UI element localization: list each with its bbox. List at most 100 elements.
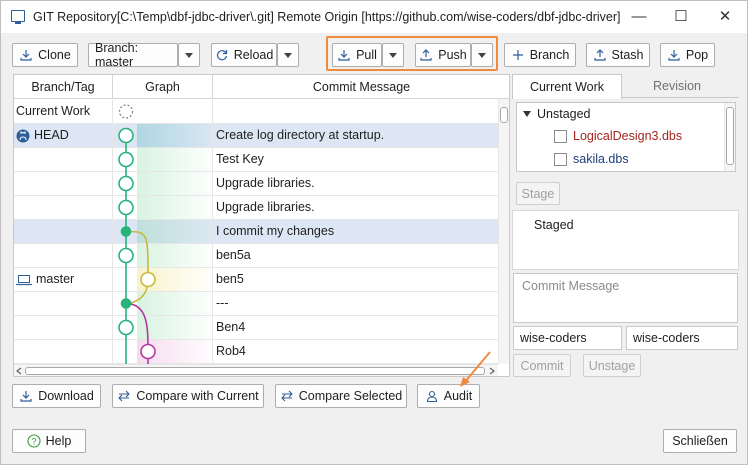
git-repository-window: GIT Repository[C:\Temp\dbf-jdbc-driver\.… bbox=[0, 0, 748, 465]
compare-current-label: Compare with Current bbox=[136, 389, 259, 403]
table-row[interactable]: Test Key bbox=[14, 148, 498, 172]
branch-dropdown-button[interactable] bbox=[178, 43, 200, 67]
help-button[interactable]: ? Help bbox=[12, 429, 86, 453]
unstaged-tree: Unstaged LogicalDesign3.dbs sakila.dbs bbox=[516, 102, 736, 172]
branch-select[interactable]: Branch: master bbox=[88, 41, 178, 69]
table-row[interactable]: ben5a bbox=[14, 244, 498, 268]
table-row[interactable]: Ben4 bbox=[14, 316, 498, 340]
tree-scrollbar[interactable] bbox=[724, 103, 735, 171]
window-title: GIT Repository[C:\Temp\dbf-jdbc-driver\.… bbox=[33, 10, 621, 24]
tree-scroll-thumb[interactable] bbox=[726, 107, 734, 165]
tab-current-work[interactable]: Current Work bbox=[512, 74, 622, 99]
table-row[interactable]: HEAD Create log directory at startup. bbox=[14, 124, 498, 148]
staged-label: Staged bbox=[534, 218, 574, 232]
reload-button[interactable]: Reload bbox=[211, 43, 277, 67]
file-checkbox[interactable] bbox=[554, 152, 567, 166]
reload-dropdown-button[interactable] bbox=[277, 43, 299, 67]
branch-label: Current Work bbox=[16, 104, 91, 118]
branch-cell bbox=[14, 244, 113, 267]
table-row[interactable]: --- bbox=[14, 292, 498, 316]
commit-message-cell: I commit my changes bbox=[216, 224, 335, 238]
table-row[interactable]: I commit my changes bbox=[14, 220, 498, 244]
unstage-label: Unstage bbox=[588, 358, 636, 373]
pull-button[interactable]: Pull bbox=[332, 43, 382, 67]
unstaged-file-name: sakila.dbs bbox=[573, 152, 629, 166]
chevron-down-icon bbox=[284, 52, 292, 58]
horizontal-scrollbar[interactable] bbox=[14, 364, 498, 376]
maximize-button[interactable]: ☐ bbox=[663, 5, 699, 29]
compare-selected-button[interactable]: Compare Selected bbox=[275, 384, 407, 408]
new-branch-label: Branch bbox=[529, 48, 570, 62]
stage-button[interactable]: Stage bbox=[516, 182, 560, 205]
plus-icon bbox=[512, 50, 523, 60]
commit-message-cell: ben5 bbox=[216, 272, 244, 286]
expanded-triangle-icon[interactable] bbox=[523, 111, 531, 117]
audit-label: Audit bbox=[443, 389, 473, 403]
unstaged-file-item[interactable]: sakila.dbs bbox=[554, 152, 629, 166]
close-dialog-button[interactable]: Schließen bbox=[663, 429, 737, 453]
clone-button[interactable]: Clone bbox=[12, 43, 78, 67]
author-name-field[interactable]: wise-coders bbox=[513, 326, 622, 350]
author-email-field[interactable]: wise-coders bbox=[626, 326, 738, 350]
new-branch-button[interactable]: Branch bbox=[504, 43, 576, 67]
commit-node bbox=[118, 199, 134, 216]
compare-with-current-button[interactable]: Compare with Current bbox=[112, 384, 264, 408]
commit-message-cell: Test Key bbox=[216, 152, 264, 166]
unstaged-file-item[interactable]: LogicalDesign3.dbs bbox=[554, 129, 682, 143]
unstage-button[interactable]: Unstage bbox=[583, 354, 641, 377]
file-checkbox[interactable] bbox=[554, 129, 567, 143]
branch-cell: HEAD bbox=[14, 124, 113, 147]
commit-label: Commit bbox=[520, 358, 564, 373]
stash-button[interactable]: Stash bbox=[586, 43, 650, 67]
stash-label: Stash bbox=[611, 48, 644, 62]
commit-message-cell: Create log directory at startup. bbox=[216, 128, 385, 142]
table-row[interactable]: Current Work bbox=[14, 100, 498, 124]
reload-label: Reload bbox=[233, 48, 274, 62]
commit-node bbox=[118, 127, 134, 144]
table-row[interactable]: Rob4 bbox=[14, 340, 498, 364]
stash-up-icon bbox=[593, 49, 606, 61]
push-button[interactable]: Push bbox=[415, 43, 471, 67]
chevron-down-icon bbox=[478, 52, 486, 58]
column-header-message[interactable]: Commit Message bbox=[213, 75, 509, 99]
help-icon: ? bbox=[27, 434, 41, 448]
scroll-left-icon[interactable] bbox=[15, 367, 23, 375]
commit-graph bbox=[118, 104, 156, 376]
current-work-node-icon bbox=[118, 104, 134, 119]
compare-arrows-icon bbox=[280, 390, 293, 402]
vertical-scroll-thumb[interactable] bbox=[500, 107, 508, 123]
commit-history-table: Branch/Tag Graph Commit Message Current … bbox=[13, 74, 510, 377]
title-bar: GIT Repository[C:\Temp\dbf-jdbc-driver\.… bbox=[1, 1, 747, 33]
pop-button[interactable]: Pop bbox=[660, 43, 715, 67]
column-header-graph[interactable]: Graph bbox=[113, 75, 213, 99]
branch-cell bbox=[14, 220, 113, 243]
annotation-arrow-icon bbox=[460, 351, 491, 387]
app-monitor-icon bbox=[11, 10, 25, 24]
vertical-scrollbar[interactable] bbox=[498, 99, 509, 364]
unstaged-label: Unstaged bbox=[537, 107, 591, 121]
download-button[interactable]: Download bbox=[12, 384, 101, 408]
table-row[interactable]: Upgrade libraries. bbox=[14, 196, 498, 220]
user-icon bbox=[426, 390, 437, 403]
table-row[interactable]: master ben5 bbox=[14, 268, 498, 292]
unstaged-node[interactable]: Unstaged bbox=[523, 107, 591, 121]
horizontal-scroll-thumb[interactable] bbox=[25, 367, 485, 375]
stage-label: Stage bbox=[521, 186, 555, 201]
pop-down-icon bbox=[668, 50, 680, 61]
commit-message-cell: Ben4 bbox=[216, 320, 246, 334]
minimize-button[interactable]: — bbox=[621, 5, 657, 29]
table-row[interactable]: Upgrade libraries. bbox=[14, 172, 498, 196]
commit-button[interactable]: Commit bbox=[513, 354, 571, 377]
chevron-down-icon bbox=[389, 52, 397, 58]
branch-cell bbox=[14, 292, 113, 315]
pull-dropdown-button[interactable] bbox=[382, 43, 404, 67]
branch-cell bbox=[14, 340, 113, 363]
close-window-button[interactable]: ✕ bbox=[707, 5, 743, 29]
commit-message-cell: Upgrade libraries. bbox=[216, 200, 315, 214]
branch-label: HEAD bbox=[34, 128, 69, 142]
branch-select-label: Branch: master bbox=[95, 41, 139, 69]
column-header-branch[interactable]: Branch/Tag bbox=[14, 75, 113, 99]
commit-message-input[interactable]: Commit Message bbox=[513, 273, 738, 323]
push-dropdown-button[interactable] bbox=[471, 43, 493, 67]
tab-revision[interactable]: Revision bbox=[622, 74, 732, 99]
